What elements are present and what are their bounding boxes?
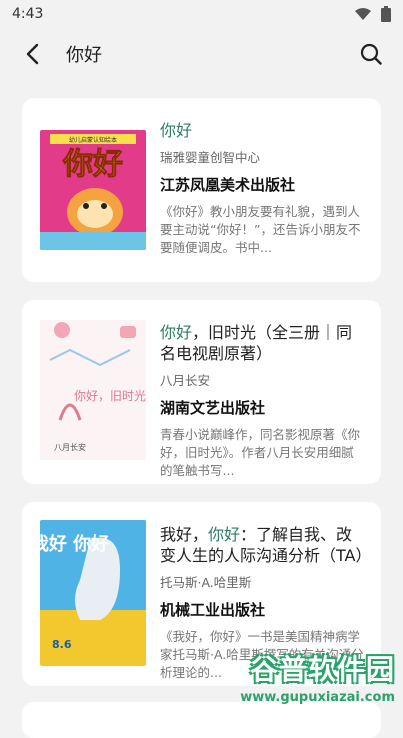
book-publisher: 湖南文艺出版社 [160,399,266,417]
cover-author-text: 八月长安 [54,442,86,452]
book-author: 八月长安 [160,373,211,388]
book-publisher: 机械工业出版社 [160,601,266,619]
book-author: 瑞雅婴童创智中心 [160,150,261,165]
book-publisher: 江苏凤凰美术出版社 [160,176,296,194]
cover-rating-text: 8.6 [52,638,72,651]
status-time: 4:43 [12,6,44,22]
book-cover-image[interactable]: 我好 你好 8.6 [40,520,146,666]
book-title[interactable]: 我好，你好：了解自我、改变人生的人际沟通分析（TA） [160,524,371,566]
book-title[interactable]: 你好，旧时光（全三册｜同名电视剧原著） [160,322,365,364]
cover-title-text: 你好，旧时光 [74,389,146,403]
book-info: 你好，旧时光（全三册｜同名电视剧原著） 八月长安 湖南文艺出版社 青春小说巅峰作… [160,322,365,480]
book-title[interactable]: 你好 [160,120,365,141]
cover-banner-text: 幼儿启蒙认知绘本 [69,136,117,144]
book-card[interactable]: 你好，旧时光 八月长安 你好，旧时光（全三册｜同名电视剧原著） 八月长安 湖南文… [22,300,381,484]
status-bar: 4:43 [0,0,403,28]
book-author: 托马斯·A.哈里斯 [160,575,252,590]
battery-icon [381,6,391,22]
search-button[interactable] [355,38,387,70]
watermark-logo-text: 谷普软件园 [249,653,395,686]
watermark: 谷普软件园 www.gupuxiazai.com [207,648,395,708]
wifi-icon [355,8,371,20]
watermark-url: www.gupuxiazai.com [240,690,395,705]
back-arrow-icon [26,43,39,65]
book-cover-image[interactable]: 幼儿启蒙认知绘本 你好 [40,130,146,250]
search-query[interactable]: 你好 [66,41,355,67]
cover-title-text: 我好 你好 [40,533,109,555]
cover-old-times-illustration: 你好，旧时光 八月长安 [40,320,146,460]
book-cover-image[interactable]: 你好，旧时光 八月长安 [40,320,146,460]
book-description: 《你好》教小朋友要有礼貌，遇到人要主动说“你好！”，还告诉小朋友不要随便调皮。书… [160,204,361,255]
cover-title-text: 你好 [62,147,123,182]
status-icons [355,6,391,22]
back-button[interactable] [16,38,48,70]
book-description: 青春小说巅峰作，同名影视原著《你好，旧时光》。作者八月长安用细腻的笔触书写... [160,427,361,478]
book-card[interactable]: 幼儿启蒙认知绘本 你好 你好 瑞雅婴童创智中心 江苏凤凰美术出版社 《你好》教小… [22,98,381,282]
cover-im-ok-illustration: 我好 你好 8.6 [40,520,146,666]
book-info: 你好 瑞雅婴童创智中心 江苏凤凰美术出版社 《你好》教小朋友要有礼貌，遇到人要主… [160,120,365,257]
search-icon [360,43,382,65]
search-header: 你好 [0,28,403,80]
cover-nihao-illustration: 幼儿启蒙认知绘本 你好 [40,130,146,250]
